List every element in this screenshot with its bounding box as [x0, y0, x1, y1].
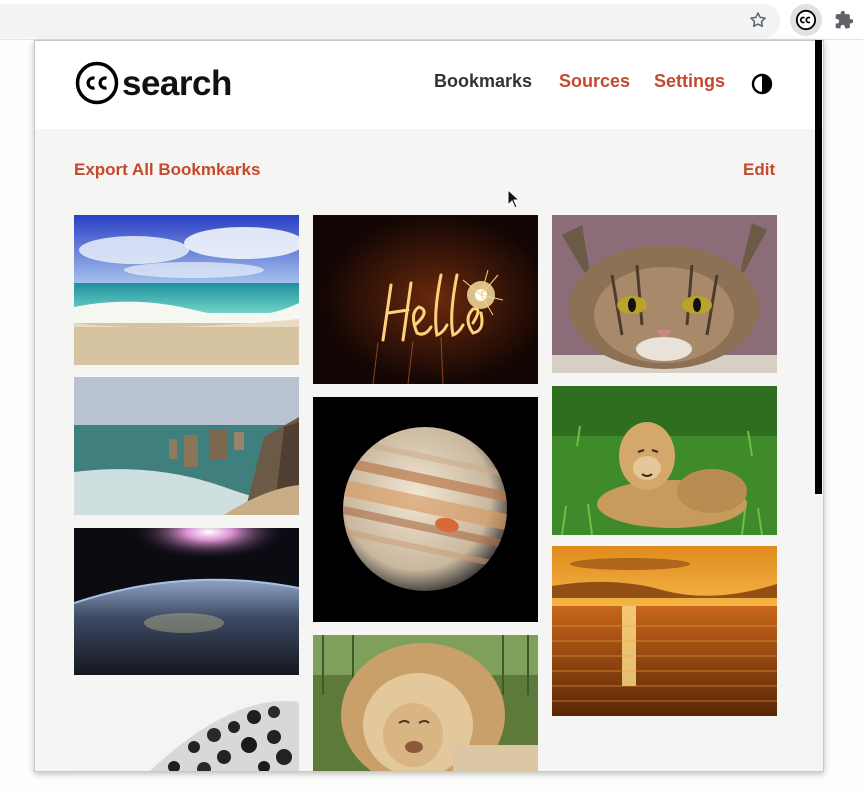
extension-popup: search Bookmarks Sources Settings Export… [34, 40, 824, 772]
bookmark-thumbnail-leopard-fur[interactable] [74, 687, 299, 771]
popup-header: search Bookmarks Sources Settings [35, 41, 823, 129]
nav-settings[interactable]: Settings [654, 71, 725, 92]
mouse-pointer-icon [507, 189, 521, 209]
nav-bookmarks[interactable]: Bookmarks [434, 71, 532, 92]
popup-scrollbar[interactable] [815, 40, 822, 494]
logo-text: search [122, 63, 232, 103]
bookmark-thumbnail-jupiter[interactable] [313, 397, 538, 622]
bookmark-thumbnail-earth-from-space[interactable] [74, 528, 299, 675]
bookmark-thumbnail-coastal-rock-stacks[interactable] [74, 377, 299, 515]
cc-search-logo[interactable]: search [75, 61, 232, 105]
bookmark-thumbnail-lioness-on-grass[interactable] [552, 386, 777, 535]
extensions-puzzle-icon[interactable] [832, 8, 856, 32]
bookmark-thumbnail-beach-waves[interactable] [74, 215, 299, 365]
bookmark-thumbnail-lion-resting[interactable] [313, 635, 538, 771]
export-bookmarks-link[interactable]: Export All Bookmkarks [74, 160, 260, 180]
contrast-toggle-icon[interactable] [751, 73, 773, 95]
bookmark-thumbnail-wildcat[interactable] [552, 215, 777, 373]
nav-sources[interactable]: Sources [559, 71, 630, 92]
address-bar[interactable] [0, 4, 780, 38]
edit-link[interactable]: Edit [743, 160, 775, 180]
bookmark-star-icon[interactable] [746, 8, 770, 32]
cc-logo-icon [75, 61, 119, 105]
bookmark-thumbnail-hello-sparkler[interactable] [313, 215, 538, 384]
bookmark-thumbnail-ocean-sunset[interactable] [552, 546, 777, 716]
cc-extension-icon[interactable] [790, 4, 822, 36]
browser-toolbar [0, 0, 863, 40]
